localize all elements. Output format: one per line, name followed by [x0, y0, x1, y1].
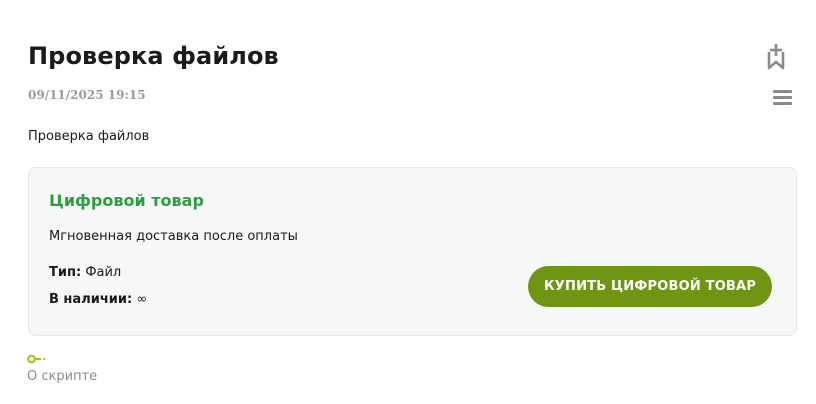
- bookmark-add-button[interactable]: [762, 42, 790, 72]
- key-icon: [27, 354, 46, 364]
- product-type-label: Тип:: [49, 265, 82, 280]
- product-stock: В наличии: ∞: [49, 292, 147, 307]
- product-type: Тип: Файл: [49, 265, 121, 280]
- product-subtitle: Мгновенная доставка после оплаты: [49, 229, 298, 244]
- page: Проверка файлов 09/11/2025 19:15 Проверк…: [0, 0, 816, 404]
- product-stock-label: В наличии:: [49, 292, 133, 307]
- buy-digital-product-button[interactable]: Купить цифровой товар: [528, 266, 772, 307]
- post-description: Проверка файлов: [28, 129, 150, 144]
- product-type-value: Файл: [85, 265, 122, 280]
- about-script-link[interactable]: О скрипте: [27, 369, 97, 384]
- post-date: 09/11/2025 19:15: [28, 88, 146, 102]
- page-title: Проверка файлов: [28, 42, 279, 70]
- digital-product-card: Цифровой товар Мгновенная доставка после…: [28, 167, 797, 336]
- product-stock-value: ∞: [136, 292, 148, 307]
- bookmark-add-icon: [767, 44, 785, 70]
- hamburger-menu-icon: [773, 90, 792, 105]
- menu-button[interactable]: [770, 86, 796, 110]
- product-title: Цифровой товар: [49, 191, 204, 210]
